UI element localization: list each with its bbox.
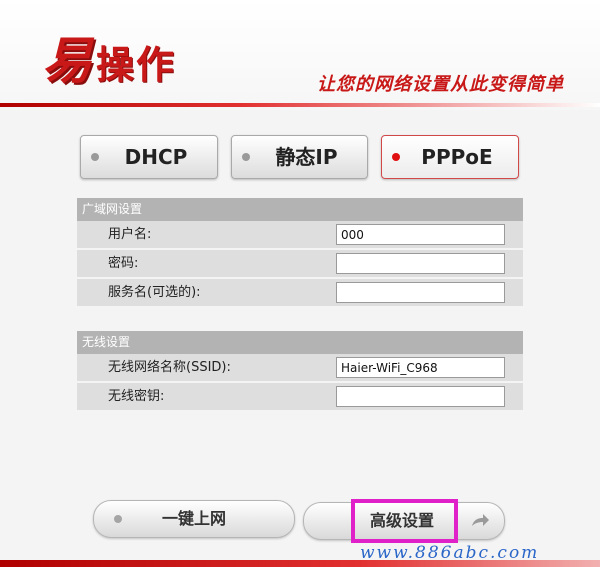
mode-button-static-ip[interactable]: 静态IP: [231, 135, 368, 179]
wireless-panel-title: 无线设置: [77, 331, 523, 354]
username-input[interactable]: [336, 224, 505, 245]
one-click-connect-button[interactable]: 一键上网: [93, 500, 295, 538]
ssid-label: 无线网络名称(SSID):: [108, 360, 231, 375]
highlight-box: [351, 499, 458, 543]
service-name-row: 服务名(可选的):: [77, 279, 523, 306]
wan-panel-title: 广域网设置: [77, 198, 523, 221]
header: 易 操作 让您的网络设置从此变得简单: [0, 0, 600, 110]
one-click-label: 一键上网: [161, 509, 226, 528]
forward-arrow-icon: [470, 512, 490, 530]
password-row: 密码:: [77, 250, 523, 279]
service-name-label: 服务名(可选的):: [108, 285, 201, 300]
username-row: 用户名:: [77, 221, 523, 250]
logo-main-char: 易: [42, 31, 92, 90]
logo: 易 操作: [42, 30, 176, 92]
service-name-input[interactable]: [336, 282, 505, 303]
slogan: 让您的网络设置从此变得简单: [317, 74, 564, 95]
mode-label: 静态IP: [275, 145, 338, 169]
mode-label: PPPoE: [421, 145, 493, 169]
password-input[interactable]: [336, 253, 505, 274]
wireless-key-input[interactable]: [336, 386, 505, 407]
mode-button-pppoe[interactable]: PPPoE: [381, 135, 519, 179]
footer-bar: [0, 560, 600, 567]
ssid-row: 无线网络名称(SSID):: [77, 354, 523, 383]
ssid-input[interactable]: [336, 357, 505, 378]
logo-sub-text: 操作: [96, 42, 177, 87]
mode-label: DHCP: [124, 145, 188, 169]
wan-settings-panel: 广域网设置 用户名: 密码: 服务名(可选的):: [77, 198, 523, 306]
wireless-settings-panel: 无线设置 无线网络名称(SSID): 无线密钥:: [77, 331, 523, 410]
header-divider: [0, 103, 600, 107]
username-label: 用户名:: [108, 227, 152, 242]
mode-button-dhcp[interactable]: DHCP: [80, 135, 218, 179]
password-label: 密码:: [108, 256, 139, 271]
wireless-key-row: 无线密钥:: [77, 383, 523, 410]
wireless-key-label: 无线密钥:: [108, 389, 165, 404]
